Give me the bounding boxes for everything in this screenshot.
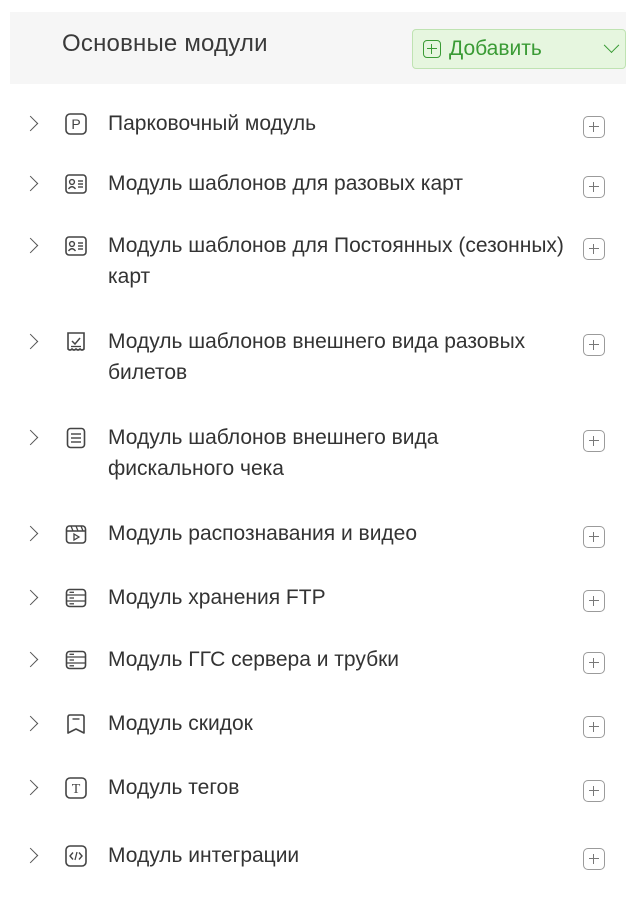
chevron-right-icon[interactable] — [22, 525, 39, 542]
chevron-right-icon[interactable] — [22, 779, 39, 796]
add-module-button[interactable]: Добавить — [412, 29, 626, 69]
add-submodule-button[interactable] — [583, 716, 605, 738]
chevron-right-icon[interactable] — [22, 715, 39, 732]
chevron-right-icon[interactable] — [22, 333, 39, 350]
module-label: Парковочный модуль — [108, 112, 317, 135]
parking-icon: P — [62, 110, 90, 138]
module-row-ticket-templates[interactable]: Модуль шаблонов внешнего вида разовых би… — [0, 322, 636, 392]
integration-icon — [62, 842, 90, 870]
module-row-tags[interactable]: T Модуль тегов — [0, 768, 636, 808]
svg-text:P: P — [71, 116, 80, 132]
module-label: Модуль шаблонов внешнего вида фискальног… — [108, 426, 439, 480]
add-submodule-button[interactable] — [583, 780, 605, 802]
chevron-right-icon[interactable] — [22, 589, 39, 606]
chevron-right-icon[interactable] — [22, 237, 39, 254]
discount-icon — [62, 710, 90, 738]
module-label: Модуль шаблонов для разовых карт — [108, 172, 463, 195]
module-label: Модуль интеграции — [108, 844, 300, 867]
page-title: Основные модули — [62, 30, 268, 57]
chevron-right-icon[interactable] — [22, 175, 39, 192]
add-submodule-button[interactable] — [583, 590, 605, 612]
module-row-ftp-storage[interactable]: Модуль хранения FTP — [0, 578, 636, 618]
add-submodule-button[interactable] — [583, 430, 605, 452]
module-row-receipt-templates[interactable]: Модуль шаблонов внешнего вида фискальног… — [0, 418, 636, 488]
module-row-one-time-cards[interactable]: Модуль шаблонов для разовых карт — [0, 164, 636, 204]
video-icon — [62, 520, 90, 548]
module-row-parking[interactable]: P Парковочный модуль — [0, 104, 636, 144]
module-label: Модуль шаблонов внешнего вида разовых би… — [108, 330, 526, 384]
modules-header: Основные модули Добавить — [10, 12, 626, 84]
add-submodule-button[interactable] — [583, 526, 605, 548]
module-row-recognition-video[interactable]: Модуль распознавания и видео — [0, 514, 636, 554]
ticket-icon — [62, 328, 90, 356]
module-label: Модуль скидок — [108, 712, 253, 735]
module-label: Модуль тегов — [108, 776, 240, 799]
add-submodule-button[interactable] — [583, 116, 605, 138]
tag-icon: T — [62, 774, 90, 802]
module-row-discounts[interactable]: Модуль скидок — [0, 704, 636, 744]
chevron-right-icon[interactable] — [22, 115, 39, 132]
module-label: Модуль распознавания и видео — [108, 522, 418, 545]
module-row-season-cards[interactable]: Модуль шаблонов для Постоянных (сезонных… — [0, 226, 636, 296]
module-label: Модуль шаблонов для Постоянных (сезонных… — [108, 234, 564, 288]
add-submodule-button[interactable] — [583, 334, 605, 356]
module-label: Модуль ГГС сервера и трубки — [108, 648, 400, 671]
add-submodule-button[interactable] — [583, 652, 605, 674]
svg-text:T: T — [72, 782, 81, 797]
card-icon — [62, 232, 90, 260]
chevron-right-icon[interactable] — [22, 847, 39, 864]
receipt-icon — [62, 424, 90, 452]
add-submodule-button[interactable] — [583, 238, 605, 260]
chevron-right-icon[interactable] — [22, 429, 39, 446]
server-icon — [62, 646, 90, 674]
add-button-label: Добавить — [449, 37, 542, 60]
plus-box-icon — [423, 40, 441, 58]
module-row-integration[interactable]: Модуль интеграции — [0, 836, 636, 876]
add-submodule-button[interactable] — [583, 848, 605, 870]
card-icon — [62, 170, 90, 198]
storage-icon — [62, 584, 90, 612]
chevron-down-icon — [603, 36, 620, 53]
chevron-right-icon[interactable] — [22, 651, 39, 668]
module-label: Модуль хранения FTP — [108, 586, 326, 609]
add-submodule-button[interactable] — [583, 176, 605, 198]
module-row-ggs-server[interactable]: Модуль ГГС сервера и трубки — [0, 640, 636, 680]
